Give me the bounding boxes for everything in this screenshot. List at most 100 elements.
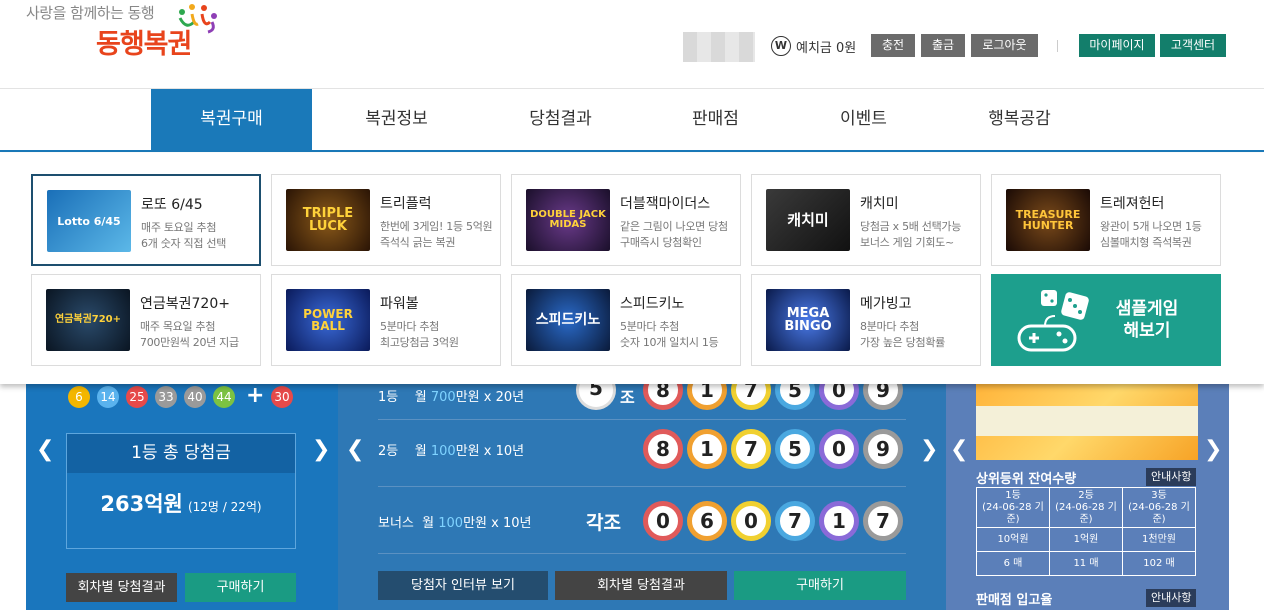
next-arrow-icon[interactable]: ❯ bbox=[1204, 437, 1222, 462]
digit-ball: 0 bbox=[643, 501, 683, 541]
pension-results-button[interactable]: 회차별 당첨결과 bbox=[555, 571, 727, 600]
prize-suffix: 만원 x 10년 bbox=[463, 516, 532, 531]
rank-label: 보너스 bbox=[378, 516, 414, 531]
lotto-ball: 14 bbox=[97, 386, 119, 408]
total-prize-detail: (12명 / 22억) bbox=[187, 500, 262, 514]
total-prize-amount: 263억원 bbox=[100, 492, 183, 516]
rank-header: 3등 bbox=[1151, 489, 1167, 501]
rank-label: 1등 bbox=[378, 390, 399, 405]
base-date: (24-06-28 기준) bbox=[1055, 501, 1117, 525]
desc-line: 한번에 3게임! 1등 5억원 bbox=[380, 220, 493, 233]
digit-ball: 1 bbox=[687, 384, 727, 410]
base-date: (24-06-28 기준) bbox=[1128, 501, 1190, 525]
desc-line: 보너스 게임 기회도~ bbox=[860, 236, 954, 249]
prev-arrow-icon[interactable]: ❮ bbox=[36, 437, 54, 462]
thumb-label: TRIPLE LUCK bbox=[302, 206, 354, 234]
lotto-ball: 33 bbox=[155, 386, 177, 408]
game-name: 파워볼 bbox=[380, 296, 419, 312]
table-row: 10억원 1억원 1천만원 bbox=[976, 527, 1196, 552]
desc-line: 즉석식 긁는 복권 bbox=[380, 236, 456, 249]
digit-ball: 9 bbox=[863, 384, 903, 410]
digit-ball: 5 bbox=[775, 429, 815, 469]
prev-arrow-icon[interactable]: ❮ bbox=[950, 437, 968, 462]
total-prize-title: 1등 총 당첨금 bbox=[67, 434, 295, 473]
logout-button[interactable]: 로그아웃 bbox=[971, 34, 1038, 57]
game-card-tripleluck[interactable]: TRIPLE LUCK 트리플럭 한번에 3게임! 1등 5억원 즉석식 긁는 복… bbox=[271, 174, 501, 266]
rank-header: 1등 bbox=[1005, 489, 1021, 501]
digit-ball: 7 bbox=[731, 384, 771, 410]
stock-notice-button[interactable]: 안내사항 bbox=[1146, 468, 1197, 486]
game-card-pension720[interactable]: 연금복권720+ 연금복권720+ 매주 목요일 추첨 700만원씩 20년 지급 bbox=[31, 274, 261, 366]
game-name: 캐치미 bbox=[860, 196, 899, 212]
sample-game-button[interactable]: 샘플게임 해보기 bbox=[991, 274, 1221, 366]
game-card-doublejackmidas[interactable]: DOUBLE JACK MIDAS 더블잭마이더스 같은 그림이 나오면 당첨 구… bbox=[511, 174, 741, 266]
mypage-button[interactable]: 마이페이지 bbox=[1079, 34, 1155, 57]
store-title: 판매점 입고율 bbox=[976, 593, 1053, 608]
thumb-label: MEGA BINGO bbox=[784, 306, 832, 334]
prev-arrow-icon[interactable]: ❮ bbox=[346, 437, 364, 462]
game-card-catchme[interactable]: 캐치미 캐치미 당첨금 x 5배 선택가능보너스 게임 기회도~ bbox=[751, 174, 981, 266]
game-desc: 5분마다 추첨숫자 10개 일치시 1등 bbox=[620, 319, 719, 351]
charge-button[interactable]: 충전 bbox=[871, 34, 915, 57]
digit-ball: 9 bbox=[863, 429, 903, 469]
lotto-results-button[interactable]: 회차별 당첨결과 bbox=[66, 573, 177, 602]
support-button[interactable]: 고객센터 bbox=[1160, 34, 1226, 57]
digit-ball: 1 bbox=[687, 429, 727, 469]
table-cell: 3등 (24-06-28 기준) bbox=[1122, 487, 1196, 528]
bonus-ball: 30 bbox=[271, 386, 293, 408]
next-arrow-icon[interactable]: ❯ bbox=[312, 437, 330, 462]
group-ball: 5 bbox=[576, 384, 616, 410]
game-name: 메가빙고 bbox=[860, 296, 912, 312]
game-card-lotto645[interactable]: Lotto 6/45 로또 6/45 매주 토요일 추첨 6개 숫자 직접 선택 bbox=[31, 174, 261, 266]
desc-line: 숫자 10개 일치시 1등 bbox=[620, 336, 719, 349]
won-coin-icon: W bbox=[771, 36, 791, 56]
table-row: 1등 (24-06-28 기준) 2등 (24-06-28 기준) 3등 (24-06… bbox=[976, 487, 1196, 528]
digit-ball: 5 bbox=[775, 384, 815, 410]
next-arrow-icon[interactable]: ❯ bbox=[920, 437, 938, 462]
divider bbox=[378, 419, 906, 420]
banner-strip bbox=[976, 406, 1198, 436]
nav-item-results[interactable]: 당첨결과 bbox=[480, 89, 641, 150]
treasurehunter-thumb: TREASURE HUNTER bbox=[1006, 189, 1090, 251]
total-prize-value: 263억원 (12명 / 22억) bbox=[67, 488, 295, 518]
store-notice-button[interactable]: 안내사항 bbox=[1146, 589, 1197, 607]
desc-line: 6개 숫자 직접 선택 bbox=[141, 237, 227, 250]
desc-line: 당첨금 x 5배 선택가능 bbox=[860, 220, 962, 233]
game-card-speedkeno[interactable]: 스피드키노 스피드키노 5분마다 추첨 숫자 10개 일치시 1등 bbox=[511, 274, 741, 366]
desc-line: 8분마다 추첨 bbox=[860, 320, 919, 333]
lotto-result-panel: 6 14 25 33 40 44 + 30 ❮ ❯ 1등 총 당첨금 263억원… bbox=[26, 384, 338, 610]
nav-item-buy[interactable]: 복권구매 bbox=[151, 89, 312, 150]
pension-row-2-label: 2등 월 100만원 x 10년 bbox=[378, 440, 524, 459]
gamepad-dice-icon bbox=[1017, 290, 1089, 352]
thumb-label: 캐치미 bbox=[787, 210, 829, 229]
each-group-label: 각조 bbox=[586, 512, 621, 534]
winner-interview-button[interactable]: 당첨자 인터뷰 보기 bbox=[378, 571, 548, 600]
game-card-powerball[interactable]: POWER BALL 파워볼 5분마다 추첨 최고당첨금 3억원 bbox=[271, 274, 501, 366]
table-row: 6 매 11 매 102 매 bbox=[976, 551, 1196, 576]
nav-item-happiness[interactable]: 행복공감 bbox=[939, 89, 1100, 150]
game-card-megabingo[interactable]: MEGA BINGO 메가빙고 8분마다 추첨 가장 높은 당첨확률 bbox=[751, 274, 981, 366]
game-card-treasurehunter[interactable]: TREASURE HUNTER 트레져헌터 왕관이 5개 나오면 1등 심볼매치형… bbox=[991, 174, 1221, 266]
catchme-thumb: 캐치미 bbox=[766, 189, 850, 251]
rank-header: 2등 bbox=[1078, 489, 1094, 501]
withdraw-button[interactable]: 출금 bbox=[921, 34, 965, 57]
prize-amount: 100 bbox=[430, 444, 456, 459]
digit-ball: 0 bbox=[819, 429, 859, 469]
game-name: 스피드키노 bbox=[620, 296, 685, 312]
table-cell: 10억원 bbox=[976, 527, 1050, 552]
pension-buy-button[interactable]: 구매하기 bbox=[734, 571, 906, 600]
prize-amount: 100 bbox=[438, 516, 464, 531]
lotto-buy-button[interactable]: 구매하기 bbox=[185, 573, 296, 602]
desc-line: 왕관이 5개 나오면 1등 bbox=[1100, 220, 1202, 233]
game-desc: 왕관이 5개 나오면 1등 심볼매치형 즉석복권 bbox=[1100, 219, 1202, 251]
game-name: 더블잭마이더스 bbox=[620, 196, 711, 212]
prize-suffix: 만원 x 20년 bbox=[455, 390, 525, 405]
nav-item-events[interactable]: 이벤트 bbox=[783, 89, 944, 150]
nav-item-info[interactable]: 복권정보 bbox=[316, 89, 477, 150]
lotto-ball: 44 bbox=[213, 386, 235, 408]
nav-item-stores[interactable]: 판매점 bbox=[635, 89, 796, 150]
desc-line: 5분마다 추첨 bbox=[620, 320, 679, 333]
game-desc: 같은 그림이 나오면 당첨 구매즉시 당첨확인 bbox=[620, 219, 728, 251]
stock-title: 상위등위 잔여수량 bbox=[976, 472, 1077, 487]
game-name: 로또 6/45 bbox=[141, 197, 203, 213]
